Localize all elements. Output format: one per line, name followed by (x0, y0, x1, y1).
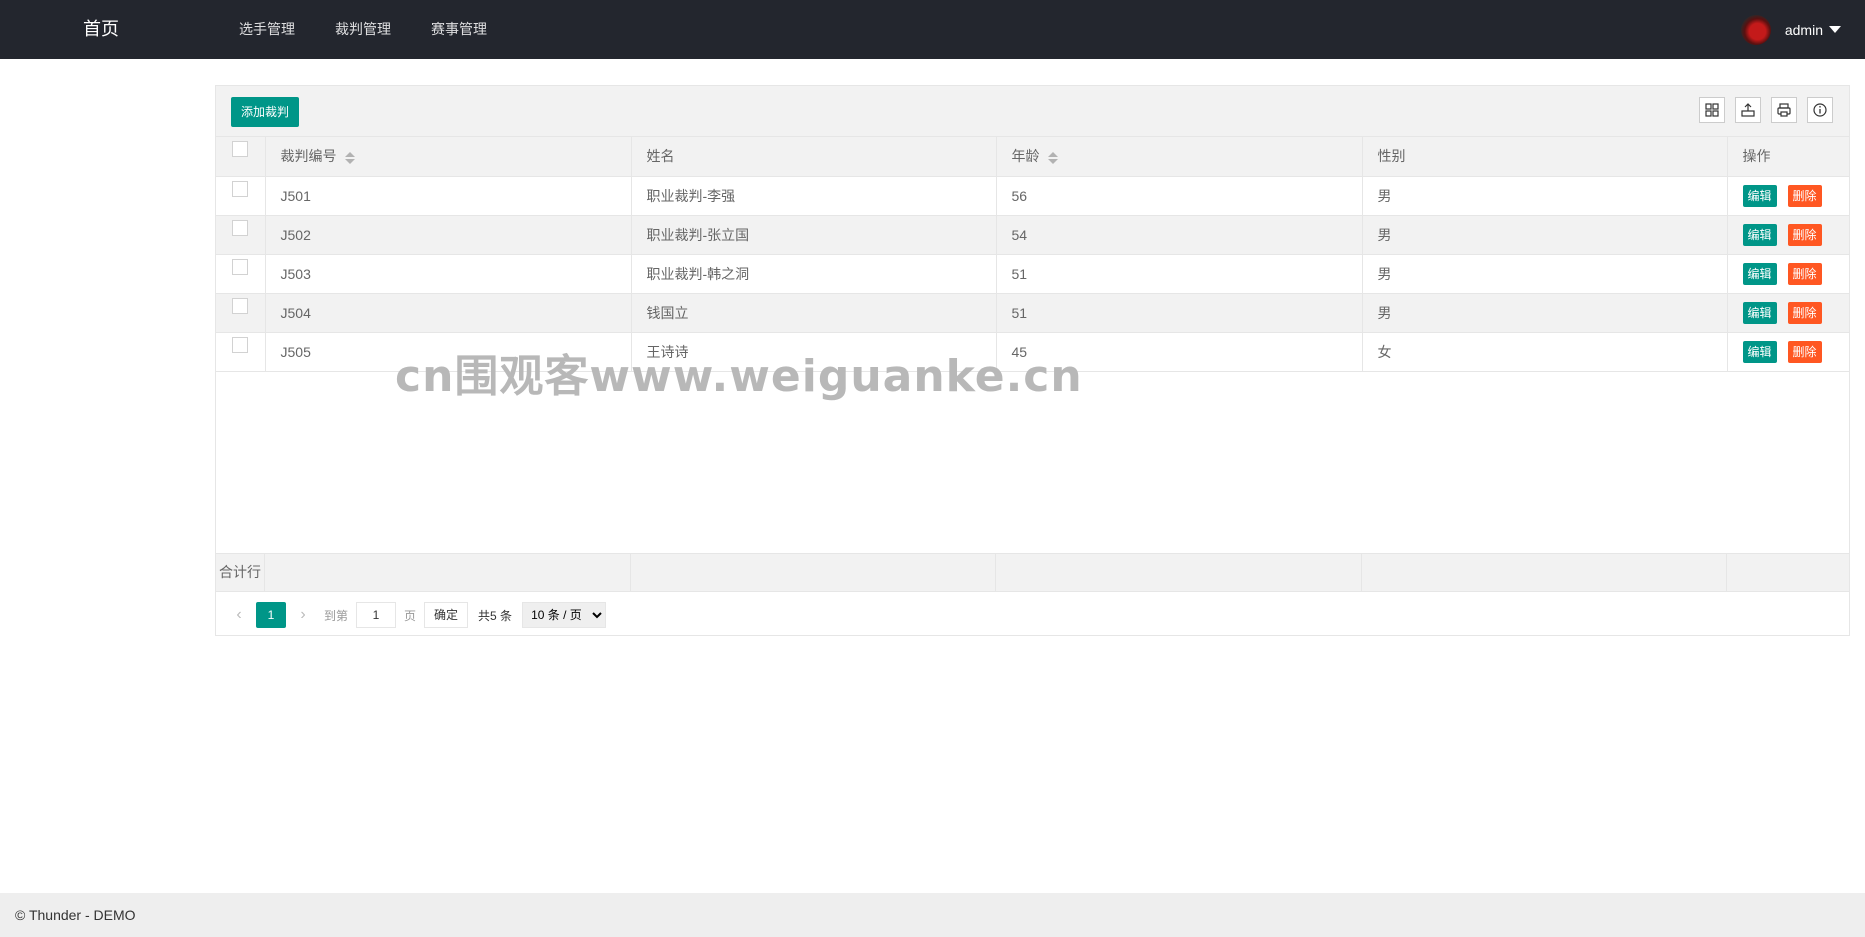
footer: © Thunder - DEMO (0, 893, 1865, 937)
cell-age: 51 (996, 254, 1363, 294)
goto-page-input[interactable] (356, 602, 397, 628)
select-all-cell (216, 137, 266, 177)
info-button[interactable] (1807, 97, 1833, 123)
table-row: J501 职业裁判-李强 56 男 编辑 删除 (216, 176, 1850, 216)
referee-table: 裁判编号 姓名 年龄 性别 操作 J501 职业裁判-李强 56 男 编辑 删除 … (216, 137, 1850, 372)
pagination: ‹ 1 › 到第 页 确定 共5 条 10 条 / 页 (226, 601, 607, 629)
edit-button[interactable]: 编辑 (1742, 184, 1777, 207)
edit-button[interactable]: 编辑 (1742, 301, 1777, 324)
sort-icon[interactable] (344, 151, 355, 164)
info-icon (1813, 103, 1827, 117)
row-checkbox[interactable] (232, 336, 249, 353)
export-icon (1741, 103, 1755, 117)
cell-gender: 男 (1362, 176, 1728, 216)
current-page[interactable]: 1 (256, 602, 286, 628)
cell-gender: 男 (1362, 254, 1728, 294)
prev-page-icon[interactable]: ‹ (226, 602, 252, 628)
table-toolbar: 添加裁判 (216, 86, 1849, 137)
edit-button[interactable]: 编辑 (1742, 223, 1777, 246)
cell-actions: 编辑 删除 (1727, 332, 1850, 372)
col-actions: 操作 (1727, 137, 1850, 177)
cell-age: 54 (996, 215, 1363, 255)
delete-button[interactable]: 删除 (1787, 340, 1822, 363)
cell-id: J501 (265, 176, 632, 216)
total-row: 合计行 (216, 553, 1849, 592)
cell-name: 职业裁判-李强 (631, 176, 997, 216)
total-label: 合计行 (216, 554, 265, 591)
cell-id: J504 (265, 293, 632, 333)
top-nav: 选手管理 裁判管理 赛事管理 (239, 0, 527, 59)
cell-age: 56 (996, 176, 1363, 216)
delete-button[interactable]: 删除 (1787, 223, 1822, 246)
toolbar-icons (1689, 97, 1833, 123)
table-row: J503 职业裁判-韩之洞 51 男 编辑 删除 (216, 254, 1850, 294)
cell-name: 职业裁判-韩之洞 (631, 254, 997, 294)
row-checkbox[interactable] (232, 297, 249, 314)
row-checkbox[interactable] (232, 219, 249, 236)
print-icon (1777, 103, 1791, 117)
col-name: 姓名 (631, 137, 997, 177)
grid-icon (1705, 103, 1719, 117)
cell-actions: 编辑 删除 (1727, 293, 1850, 333)
add-referee-button[interactable]: 添加裁判 (231, 97, 300, 127)
nav-player-management[interactable]: 选手管理 (239, 0, 295, 59)
select-all-checkbox[interactable] (232, 141, 249, 157)
cell-id: J502 (265, 215, 632, 255)
avatar[interactable] (1740, 14, 1771, 45)
cell-name: 职业裁判-张立国 (631, 215, 997, 255)
edit-button[interactable]: 编辑 (1742, 340, 1777, 363)
goto-confirm-button[interactable]: 确定 (424, 602, 469, 628)
col-gender: 性别 (1362, 137, 1728, 177)
user-menu[interactable]: admin (1740, 0, 1841, 59)
home-logo[interactable]: 首页 (83, 0, 119, 59)
nav-match-management[interactable]: 赛事管理 (431, 0, 487, 59)
cell-actions: 编辑 删除 (1727, 254, 1850, 294)
watermark: cn围观客www.weiguanke.cn (395, 351, 1083, 402)
table-row: J504 钱国立 51 男 编辑 删除 (216, 293, 1850, 333)
delete-button[interactable]: 删除 (1787, 301, 1822, 324)
table-header-row: 裁判编号 姓名 年龄 性别 操作 (216, 137, 1850, 177)
col-age[interactable]: 年龄 (996, 137, 1363, 177)
edit-button[interactable]: 编辑 (1742, 262, 1777, 285)
row-checkbox[interactable] (232, 180, 249, 197)
page-size-select[interactable]: 10 条 / 页 (522, 602, 607, 628)
caret-down-icon[interactable] (1829, 26, 1841, 33)
total-count: 共5 条 (478, 608, 513, 623)
cell-name: 钱国立 (631, 293, 997, 333)
table-row: J502 职业裁判-张立国 54 男 编辑 删除 (216, 215, 1850, 255)
col-referee-id[interactable]: 裁判编号 (265, 137, 632, 177)
cell-actions: 编辑 删除 (1727, 215, 1850, 255)
cell-gender: 男 (1362, 293, 1728, 333)
page-unit: 页 (404, 608, 417, 623)
row-checkbox[interactable] (232, 258, 249, 275)
next-page-icon[interactable]: › (290, 602, 316, 628)
user-name[interactable]: admin (1785, 22, 1823, 38)
export-button[interactable] (1735, 97, 1761, 123)
nav-referee-management[interactable]: 裁判管理 (335, 0, 391, 59)
cell-gender: 男 (1362, 215, 1728, 255)
delete-button[interactable]: 删除 (1787, 184, 1822, 207)
print-button[interactable] (1771, 97, 1797, 123)
top-header: 首页 选手管理 裁判管理 赛事管理 admin (0, 0, 1865, 59)
column-filter-button[interactable] (1699, 97, 1725, 123)
cell-actions: 编辑 删除 (1727, 176, 1850, 216)
sort-icon[interactable] (1047, 151, 1058, 164)
cell-age: 51 (996, 293, 1363, 333)
cell-id: J503 (265, 254, 632, 294)
cell-gender: 女 (1362, 332, 1728, 372)
goto-label: 到第 (324, 608, 349, 623)
delete-button[interactable]: 删除 (1787, 262, 1822, 285)
